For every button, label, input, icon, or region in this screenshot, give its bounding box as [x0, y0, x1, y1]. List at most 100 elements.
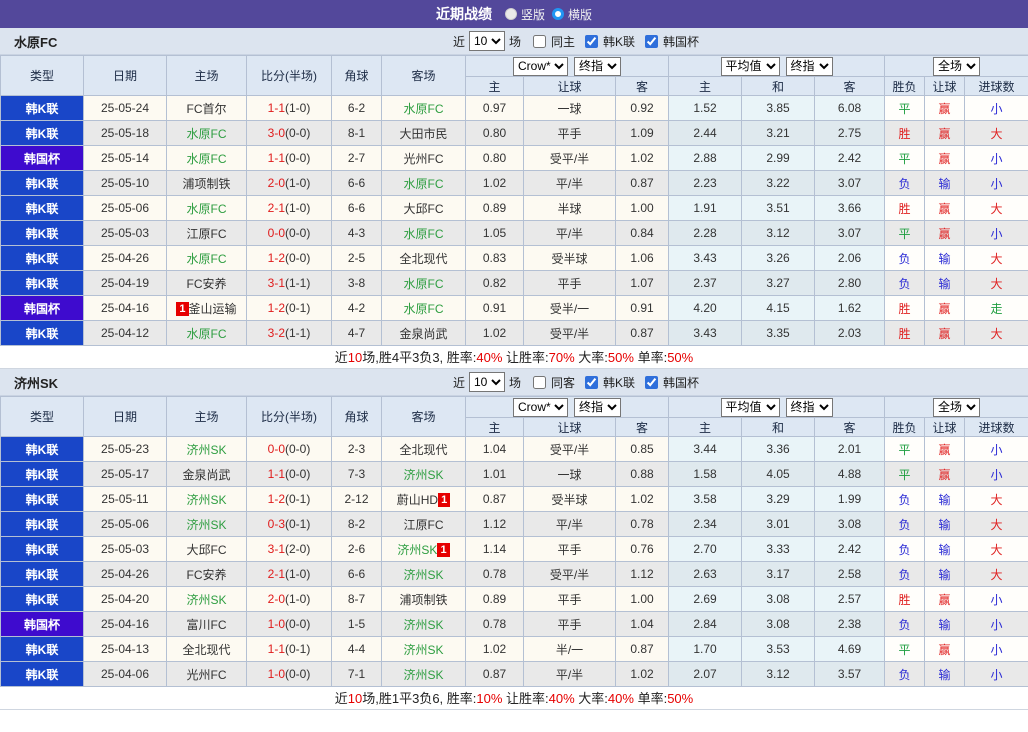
date-cell: 25-05-18 [84, 121, 167, 146]
away-team-name: 济州SK [403, 618, 443, 632]
fulltime-score: 1-0 [268, 667, 285, 681]
away-team-cell[interactable]: 济州SK [382, 662, 466, 687]
corner-cell: 7-3 [332, 462, 382, 487]
away-team-cell[interactable]: 济州SK [382, 612, 466, 637]
away-team-cell[interactable]: 水原FC [382, 296, 466, 321]
home-team-cell[interactable]: FC安养 [167, 271, 247, 296]
halftime-score: (1-1) [285, 276, 310, 290]
odds-home-cell: 1.12 [466, 512, 524, 537]
away-team-cell[interactable]: 水原FC [382, 96, 466, 121]
match-type-cell: 韩国杯 [1, 612, 84, 637]
avg-away-cell: 2.58 [815, 562, 885, 587]
avg-select[interactable]: 平均值 [721, 398, 780, 417]
away-team-cell[interactable]: 济州SK [382, 637, 466, 662]
home-team-cell[interactable]: 水原FC [167, 196, 247, 221]
radio-unselected-icon[interactable] [505, 8, 517, 20]
away-team-cell[interactable]: 全北现代 [382, 246, 466, 271]
home-team-cell[interactable]: 济州SK [167, 587, 247, 612]
handicap-cell: 一球 [524, 96, 616, 121]
home-team-cell[interactable]: FC首尔 [167, 96, 247, 121]
home-team-cell[interactable]: 水原FC [167, 121, 247, 146]
home-team-cell[interactable]: 江原FC [167, 221, 247, 246]
corner-cell: 4-7 [332, 321, 382, 346]
home-team-cell[interactable]: 浦项制铁 [167, 171, 247, 196]
cup-checkbox[interactable] [645, 376, 658, 389]
avg-home-cell: 1.52 [669, 96, 742, 121]
same-side-checkbox[interactable] [533, 376, 546, 389]
match-type-cell: 韩国杯 [1, 146, 84, 171]
vertical-radio[interactable]: 竖版 [505, 6, 545, 23]
away-team-cell[interactable]: 水原FC [382, 171, 466, 196]
book-stage-select[interactable]: 终指 [574, 57, 621, 76]
home-team-cell[interactable]: 大邱FC [167, 537, 247, 562]
home-team-cell[interactable]: 富川FC [167, 612, 247, 637]
date-cell: 25-05-11 [84, 487, 167, 512]
away-team-cell[interactable]: 江原FC [382, 512, 466, 537]
league-k-checkbox[interactable] [585, 376, 598, 389]
away-team-cell[interactable]: 水原FC [382, 221, 466, 246]
home-team-cell[interactable]: 济州SK [167, 437, 247, 462]
avg-stage-select[interactable]: 终指 [786, 398, 833, 417]
avg-home-cell: 2.37 [669, 271, 742, 296]
corner-cell: 6-6 [332, 562, 382, 587]
result-handicap-cell: 赢 [925, 121, 965, 146]
away-team-cell[interactable]: 济州SK [382, 562, 466, 587]
home-team-cell[interactable]: 济州SK [167, 512, 247, 537]
away-team-cell[interactable]: 全北现代 [382, 437, 466, 462]
same-side-checkbox[interactable] [533, 35, 546, 48]
league-k-checkbox[interactable] [585, 35, 598, 48]
away-team-cell[interactable]: 大邱FC [382, 196, 466, 221]
avg-away-cell: 3.07 [815, 171, 885, 196]
home-team-cell[interactable]: 水原FC [167, 146, 247, 171]
sub-column-header: 和 [742, 418, 815, 437]
book-stage-select[interactable]: 终指 [574, 398, 621, 417]
home-team-cell[interactable]: 光州FC [167, 662, 247, 687]
horizontal-radio[interactable]: 横版 [552, 6, 592, 23]
home-team-cell[interactable]: 济州SK [167, 487, 247, 512]
halftime-score: (1-0) [285, 176, 310, 190]
bookmaker-select[interactable]: Crow* [513, 398, 568, 417]
scope-select[interactable]: 全场 [933, 398, 980, 417]
avg-draw-cell: 3.51 [742, 196, 815, 221]
home-team-cell[interactable]: 全北现代 [167, 637, 247, 662]
away-team-cell[interactable]: 济州SK1 [382, 537, 466, 562]
result-header-group: 全场 [885, 397, 1028, 418]
date-cell: 25-04-12 [84, 321, 167, 346]
table-row: 韩国杯25-04-161釜山运输1-2(0-1)4-2水原FC0.91受半/一0… [1, 296, 1028, 321]
red-badge: 1 [176, 302, 188, 316]
away-team-cell[interactable]: 金泉尚武 [382, 321, 466, 346]
score-cell: 1-1(0-0) [247, 146, 332, 171]
result-wdl-cell: 负 [885, 171, 925, 196]
home-team-cell[interactable]: 1釜山运输 [167, 296, 247, 321]
home-team-cell[interactable]: 金泉尚武 [167, 462, 247, 487]
away-team-name: 济州SK [397, 543, 437, 557]
radio-selected-icon[interactable] [552, 8, 564, 20]
cup-checkbox[interactable] [645, 35, 658, 48]
recent-count-select[interactable]: 10 [469, 31, 505, 51]
away-team-cell[interactable]: 水原FC [382, 271, 466, 296]
section-bar: 济州SK近10场同客韩K联韩国杯 [0, 369, 1028, 396]
away-team-cell[interactable]: 光州FC [382, 146, 466, 171]
corner-cell: 7-1 [332, 662, 382, 687]
away-team-cell[interactable]: 蔚山HD1 [382, 487, 466, 512]
corner-cell: 2-3 [332, 437, 382, 462]
avg-select[interactable]: 平均值 [721, 57, 780, 76]
home-team-cell[interactable]: FC安养 [167, 562, 247, 587]
sub-column-header: 客 [616, 77, 669, 96]
avg-stage-select[interactable]: 终指 [786, 57, 833, 76]
match-type-cell: 韩K联 [1, 537, 84, 562]
fulltime-score: 2-0 [268, 592, 285, 606]
bookmaker-select[interactable]: Crow* [513, 57, 568, 76]
home-team-cell[interactable]: 水原FC [167, 321, 247, 346]
recent-count-select[interactable]: 10 [469, 372, 505, 392]
avg-away-cell: 2.80 [815, 271, 885, 296]
away-team-cell[interactable]: 浦项制铁 [382, 587, 466, 612]
corner-cell: 2-12 [332, 487, 382, 512]
home-team-cell[interactable]: 水原FC [167, 246, 247, 271]
away-team-cell[interactable]: 济州SK [382, 462, 466, 487]
scope-select[interactable]: 全场 [933, 57, 980, 76]
halftime-score: (1-0) [285, 567, 310, 581]
odds-away-cell: 1.02 [616, 146, 669, 171]
matches-label: 场 [509, 33, 521, 50]
away-team-cell[interactable]: 大田市民 [382, 121, 466, 146]
